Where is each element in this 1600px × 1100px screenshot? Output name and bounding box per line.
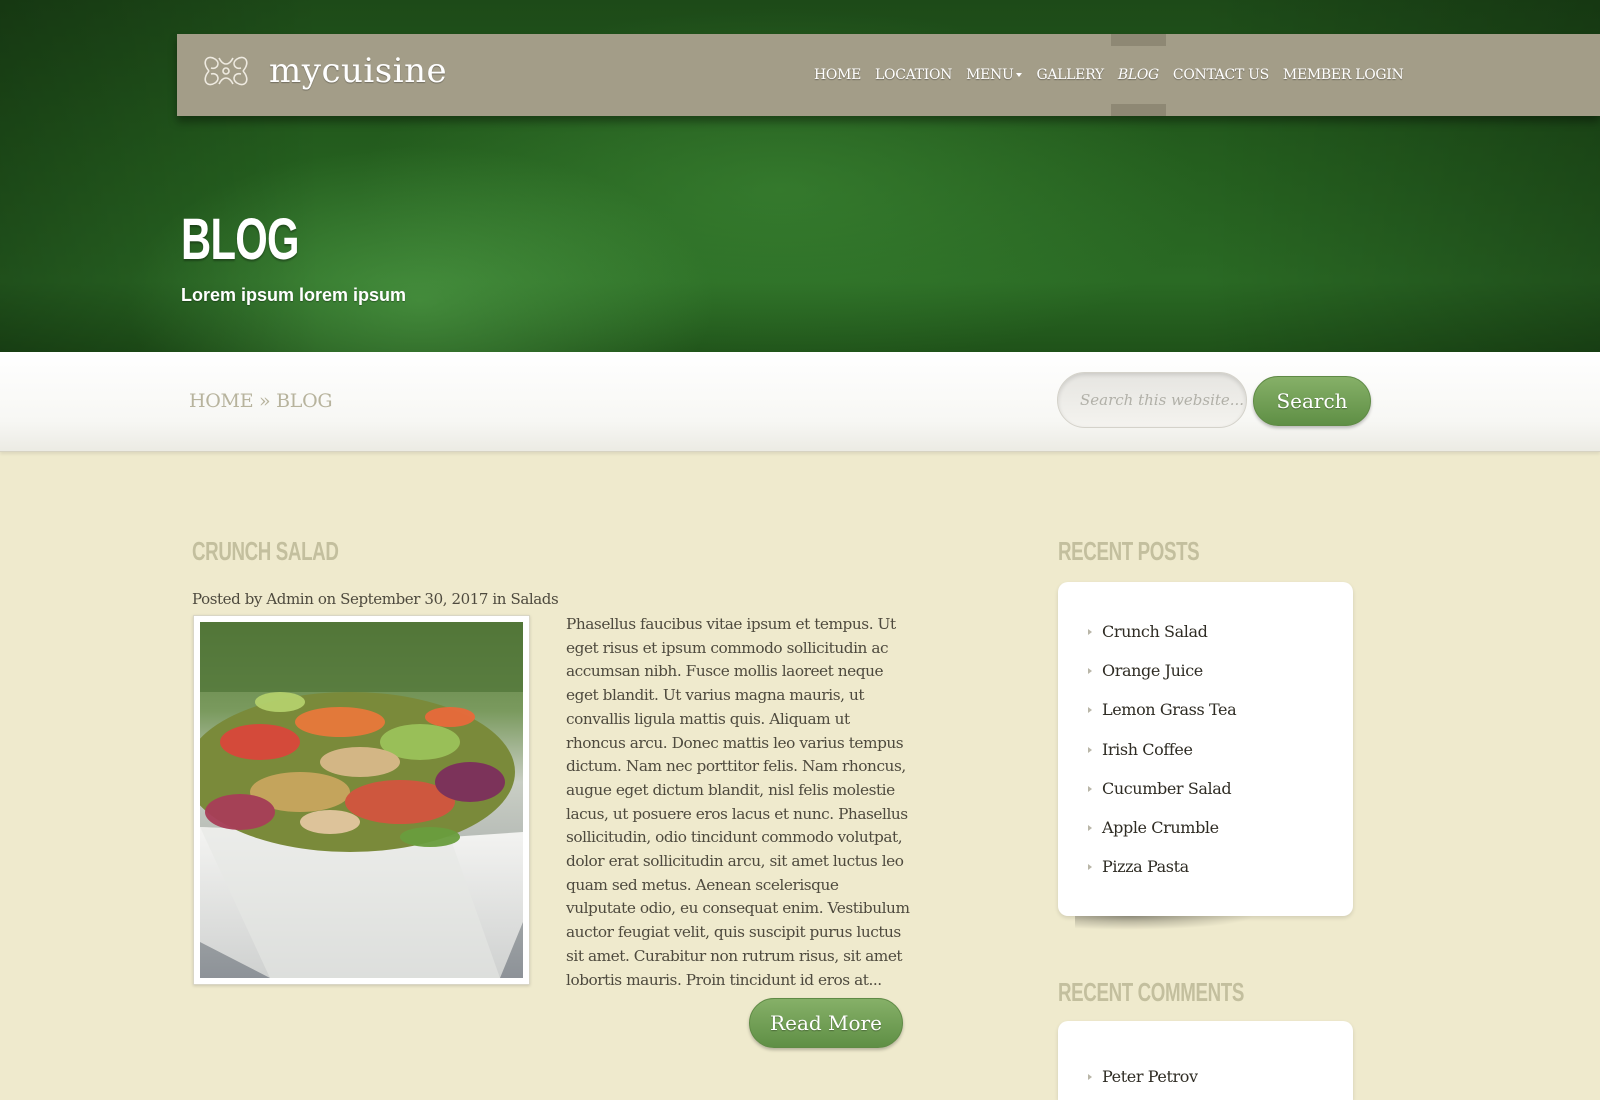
recent-post-item[interactable]: Crunch Salad	[1088, 621, 1353, 660]
post-category-link[interactable]: Salads	[510, 590, 558, 608]
nav-location[interactable]: LOCATION	[868, 34, 959, 116]
recent-post-item[interactable]: Orange Juice	[1088, 660, 1353, 699]
recent-comment-item[interactable]: Peter Petrov	[1088, 1066, 1353, 1100]
salad-bowl-photo	[200, 622, 523, 978]
recent-comments-title: RECENT COMMENTS	[1058, 977, 1244, 1007]
nav-menu-label: MENU	[966, 67, 1014, 83]
breadcrumb-separator: »	[259, 390, 271, 412]
site-logo[interactable]: mycuisine	[197, 50, 447, 92]
nav-contact-us[interactable]: CONTACT US	[1166, 34, 1276, 116]
top-navbar: mycuisine HOME LOCATION MENU GALLERY BLO…	[177, 34, 1600, 116]
nav-gallery[interactable]: GALLERY	[1029, 34, 1110, 116]
nav-blog[interactable]: BLOG	[1110, 34, 1166, 116]
search-input[interactable]	[1057, 372, 1247, 428]
page-title: BLOG	[181, 207, 299, 272]
recent-post-item[interactable]: Apple Crumble	[1088, 817, 1353, 856]
breadcrumb-current: BLOG	[276, 390, 333, 412]
main-menu: HOME LOCATION MENU GALLERY BLOG CONTACT …	[807, 34, 1410, 116]
post-date: September 30, 2017	[340, 590, 489, 608]
breadcrumb-home[interactable]: HOME	[189, 390, 254, 412]
read-more-button[interactable]: Read More	[749, 998, 903, 1048]
post-excerpt: Phasellus faucibus vitae ipsum et tempus…	[566, 615, 910, 989]
breadcrumb: HOME » BLOG	[189, 390, 333, 412]
hero-banner: mycuisine HOME LOCATION MENU GALLERY BLO…	[0, 0, 1600, 352]
site-name: mycuisine	[269, 51, 448, 91]
nav-member-login[interactable]: MEMBER LOGIN	[1276, 34, 1411, 116]
recent-post-item[interactable]: Lemon Grass Tea	[1088, 699, 1353, 738]
recent-comments-widget: Peter Petrov	[1058, 1021, 1353, 1100]
meta-in: in	[492, 590, 507, 608]
breadcrumb-bar: HOME » BLOG Search	[0, 352, 1600, 452]
meta-on: on	[317, 590, 336, 608]
recent-post-item[interactable]: Cucumber Salad	[1088, 778, 1353, 817]
recent-posts-list: Crunch Salad Orange Juice Lemon Grass Te…	[1058, 582, 1353, 895]
recent-post-item[interactable]: Irish Coffee	[1088, 739, 1353, 778]
post-author-link[interactable]: Admin	[266, 590, 314, 608]
post-meta: Posted by Admin on September 30, 2017 in…	[192, 590, 559, 608]
search-button[interactable]: Search	[1253, 376, 1371, 426]
nav-home[interactable]: HOME	[807, 34, 868, 116]
page-subtitle: Lorem ipsum lorem ipsum	[181, 285, 407, 305]
post-thumbnail[interactable]	[193, 615, 530, 985]
caret-down-icon	[1016, 73, 1023, 77]
meta-prefix: Posted by	[192, 590, 262, 608]
recent-comments-list: Peter Petrov	[1058, 1021, 1353, 1100]
recent-post-item[interactable]: Pizza Pasta	[1088, 856, 1353, 895]
recent-posts-title: RECENT POSTS	[1058, 536, 1200, 566]
post-title[interactable]: CRUNCH SALAD	[192, 536, 339, 567]
recent-posts-widget: Crunch Salad Orange Juice Lemon Grass Te…	[1058, 582, 1353, 916]
ornament-logo-icon	[204, 56, 248, 86]
nav-menu[interactable]: MENU	[959, 34, 1029, 116]
widget-shadow	[1075, 916, 1255, 930]
